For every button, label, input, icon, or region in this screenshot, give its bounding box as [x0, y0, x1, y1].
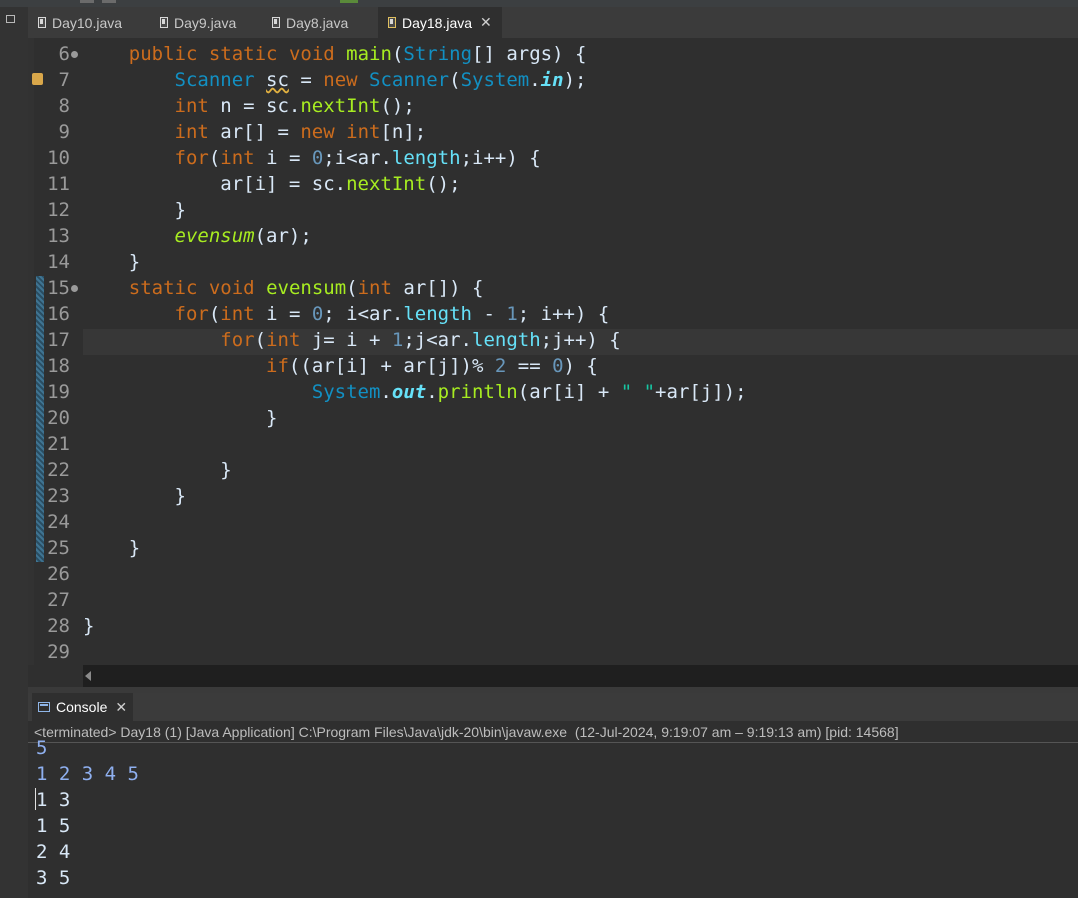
java-file-icon — [272, 17, 280, 28]
terminated-status: <terminated> Day18 (1) [Java Application… — [34, 724, 899, 740]
console-line: 5 — [36, 737, 48, 759]
code-line: 27 — [47, 589, 70, 611]
code-line: 19 System.out.println(ar[i] + " "+ar[j])… — [47, 381, 747, 403]
console-line: 1 2 3 4 5 — [36, 763, 139, 785]
code-line: 7 Scanner sc = new Scanner(System.in); — [28, 67, 1078, 93]
java-file-icon — [160, 17, 168, 28]
code-line: 16 for(int i = 0; i<ar.length - 1; i++) … — [47, 303, 610, 325]
code-line: 20 } — [47, 407, 278, 429]
code-line: 6 public static void main(String[] args)… — [58, 43, 587, 65]
code-line: 13 evensum(ar); — [47, 225, 312, 247]
fold-icon[interactable] — [71, 51, 78, 58]
scroll-corner — [28, 665, 83, 687]
console-line: 1 5 — [36, 815, 71, 837]
code-line: 15 static void evensum(int ar[]) { — [47, 277, 484, 299]
close-tab-icon[interactable]: ✕ — [480, 14, 492, 31]
code-line: 23 } — [47, 485, 186, 507]
editor-tab-bar: Day10.java Day9.java Day8.java Day18.jav… — [28, 7, 1078, 39]
code-line: 22 } — [47, 459, 232, 481]
tab-day18[interactable]: Day18.java ✕ — [378, 7, 502, 38]
tab-day10[interactable]: Day10.java — [28, 7, 148, 38]
text-caret — [35, 788, 36, 810]
code-editor[interactable]: 6 public static void main(String[] args)… — [28, 38, 1078, 665]
code-line: 28} — [47, 615, 95, 637]
tab-day9[interactable]: Day9.java — [150, 7, 262, 38]
console-line: 1 3 — [36, 789, 71, 811]
code-line: 12 } — [47, 199, 186, 221]
minimize-icon[interactable] — [6, 15, 15, 23]
java-file-icon — [388, 17, 396, 28]
code-line: 18 if((ar[i] + ar[j])% 2 == 0) { — [47, 355, 598, 377]
code-line: 24 — [47, 511, 70, 533]
tab-console[interactable]: Console ✕ — [32, 693, 134, 721]
horizontal-scrollbar[interactable] — [83, 665, 1078, 687]
status-divider — [28, 742, 1078, 743]
code-line: 29 — [47, 641, 70, 663]
code-line: 25 } — [47, 537, 141, 559]
tab-day8[interactable]: Day8.java — [262, 7, 376, 38]
code-line: 10 for(int i = 0;i<ar.length;i++) { — [47, 147, 541, 169]
code-line: 26 — [47, 563, 70, 585]
console-line: 2 4 — [36, 841, 71, 863]
left-trim — [0, 7, 28, 898]
console-icon — [38, 702, 50, 712]
close-console-icon[interactable]: ✕ — [115, 699, 127, 716]
code-line: 8 int n = sc.nextInt(); — [58, 95, 415, 117]
java-file-icon — [38, 17, 46, 28]
scroll-left-icon[interactable] — [85, 671, 91, 681]
code-line: 9 int ar[] = new int[n]; — [58, 121, 427, 143]
console-line: 3 5 — [36, 867, 71, 889]
code-line: 17 for(int j= i + 1;j<ar.length;j++) { — [47, 329, 621, 351]
console-tab-bar: Console ✕ — [28, 693, 1078, 721]
code-line: 14 } — [47, 251, 141, 273]
console-output[interactable]: <terminated> Day18 (1) [Java Application… — [28, 721, 1078, 898]
code-line: 21 — [47, 433, 70, 455]
fold-icon[interactable] — [71, 285, 78, 292]
code-line: 11 ar[i] = sc.nextInt(); — [47, 173, 461, 195]
window-top-strip — [0, 0, 1078, 7]
